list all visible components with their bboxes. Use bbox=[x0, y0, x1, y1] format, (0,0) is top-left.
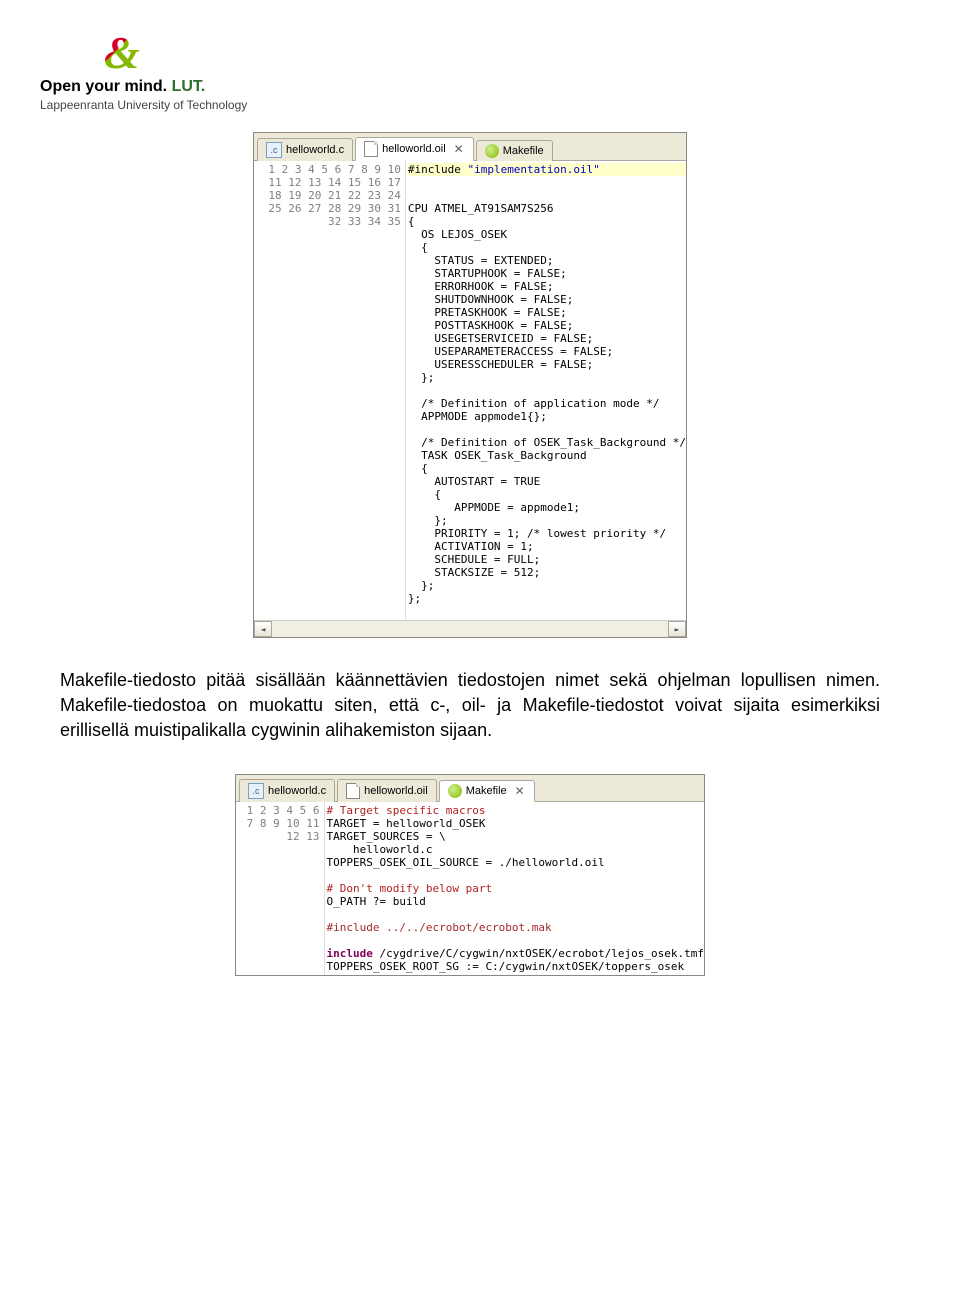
document-page: & Open your mind. LUT. Lappeenranta Univ… bbox=[0, 0, 960, 1016]
file-icon bbox=[346, 783, 360, 799]
logo-block: & Open your mind. LUT. Lappeenranta Univ… bbox=[40, 30, 900, 112]
editor-screenshot-makefile: .c helloworld.c helloworld.oil Makefile ✕ 1 … bbox=[235, 774, 705, 976]
tab-label: helloworld.c bbox=[268, 785, 326, 797]
code-editor: 1 2 3 4 5 6 7 8 9 10 11 12 13 # Target s… bbox=[236, 802, 704, 975]
editor-tab[interactable]: helloworld.oil bbox=[337, 779, 437, 802]
c-file-icon: .c bbox=[266, 142, 282, 158]
tab-label: helloworld.c bbox=[286, 144, 344, 156]
tagline-part1: Open your mind. bbox=[40, 78, 167, 95]
makefile-icon bbox=[485, 144, 499, 158]
scroll-track[interactable] bbox=[272, 621, 668, 637]
tab-label: helloworld.oil bbox=[364, 785, 428, 797]
logo-tagline: Open your mind. LUT. bbox=[40, 78, 900, 96]
close-icon[interactable]: ✕ bbox=[514, 785, 526, 797]
code-editor: 1 2 3 4 5 6 7 8 9 10 11 12 13 14 15 16 1… bbox=[254, 161, 686, 620]
editor-tab[interactable]: .c helloworld.c bbox=[239, 779, 335, 802]
scroll-right-button[interactable]: ► bbox=[668, 621, 686, 637]
close-icon[interactable]: ✕ bbox=[453, 143, 465, 155]
scroll-left-button[interactable]: ◄ bbox=[254, 621, 272, 637]
tab-label: Makefile bbox=[466, 785, 507, 797]
editor-tab-bar: .c helloworld.c helloworld.oil ✕ Makefile bbox=[254, 133, 686, 161]
editor-tab[interactable]: Makefile ✕ bbox=[439, 780, 535, 802]
editor-screenshot-oil: .c helloworld.c helloworld.oil ✕ Makefile 1 … bbox=[253, 132, 687, 638]
line-gutter: 1 2 3 4 5 6 7 8 9 10 11 12 13 14 15 16 1… bbox=[254, 161, 406, 620]
tab-label: Makefile bbox=[503, 145, 544, 157]
logo-ampersand-icon: & bbox=[104, 30, 140, 76]
tagline-lut: LUT. bbox=[167, 78, 205, 95]
body-paragraph: Makefile-tiedosto pitää sisällään käänne… bbox=[60, 668, 880, 744]
c-file-icon: .c bbox=[248, 783, 264, 799]
line-gutter: 1 2 3 4 5 6 7 8 9 10 11 12 13 bbox=[236, 802, 325, 975]
file-icon bbox=[364, 141, 378, 157]
university-name: Lappeenranta University of Technology bbox=[40, 98, 900, 112]
code-area[interactable]: #include "implementation.oil" CPU ATMEL_… bbox=[406, 161, 686, 620]
tab-label: helloworld.oil bbox=[382, 143, 446, 155]
horizontal-scrollbar[interactable]: ◄ ► bbox=[254, 620, 686, 637]
editor-tab-bar: .c helloworld.c helloworld.oil Makefile ✕ bbox=[236, 775, 704, 802]
editor-tab[interactable]: Makefile bbox=[476, 140, 553, 161]
makefile-icon bbox=[448, 784, 462, 798]
editor-tab[interactable]: .c helloworld.c bbox=[257, 138, 353, 161]
editor-tab[interactable]: helloworld.oil ✕ bbox=[355, 137, 474, 161]
code-area[interactable]: # Target specific macros TARGET = hellow… bbox=[325, 802, 705, 975]
